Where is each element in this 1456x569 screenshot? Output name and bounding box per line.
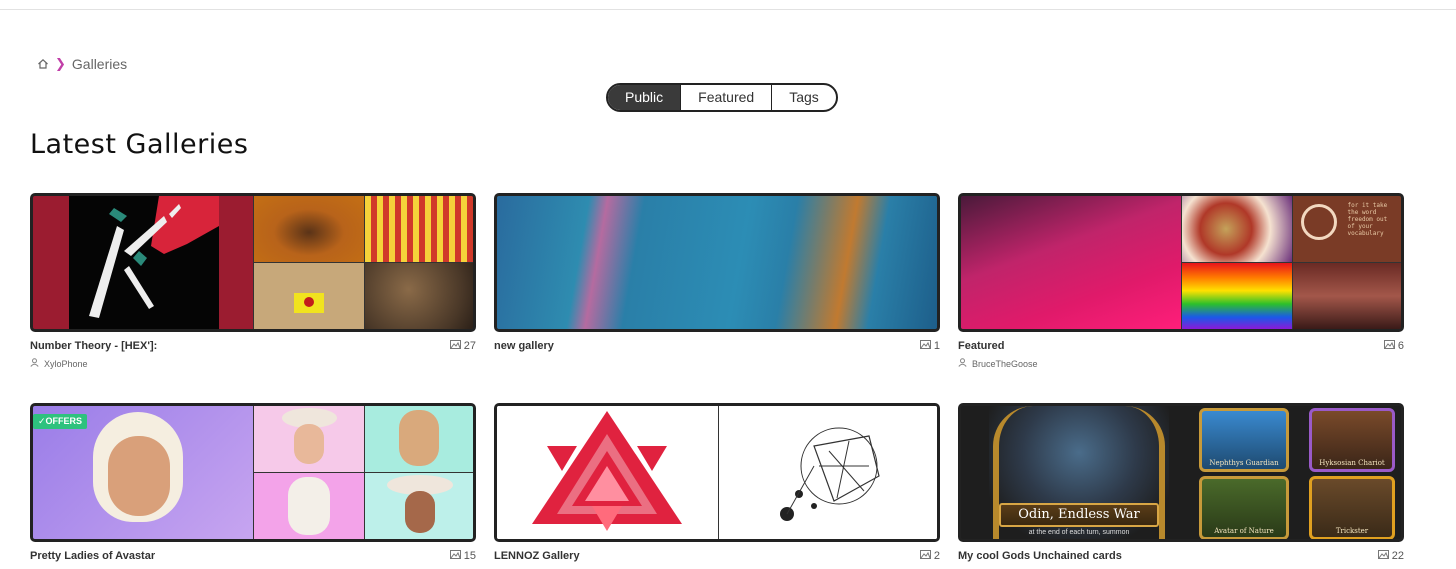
tab-featured[interactable]: Featured [680, 85, 771, 110]
thumb-image: Trickster [1309, 476, 1395, 539]
thumb-grid: for it take the word freedom out of your… [1182, 196, 1401, 329]
gallery-title[interactable]: LENNOZ Gallery [494, 550, 580, 562]
user-icon [30, 358, 39, 369]
offers-badge: ✓OFFERS [33, 414, 88, 429]
gallery-card[interactable]: for it take the word freedom out of your… [958, 193, 1404, 369]
gallery-card[interactable]: Number Theory - [HEX']: 27 XyloPhone [30, 193, 476, 369]
tab-public[interactable]: Public [608, 85, 681, 110]
top-bar [0, 0, 1456, 10]
item-count: 6 [1383, 340, 1404, 352]
item-count: 1 [919, 340, 940, 352]
item-count: 15 [449, 550, 476, 562]
user-icon [958, 358, 967, 369]
page-title: Latest Galleries [30, 129, 249, 160]
thumb-grid [254, 196, 473, 329]
gallery-thumbnail[interactable]: for it take the word freedom out of your… [958, 193, 1404, 332]
breadcrumb-current: Galleries [71, 56, 128, 72]
gallery-title[interactable]: new gallery [494, 340, 554, 352]
thumb-image: Hyksosian Chariot [1309, 408, 1395, 472]
gallery-card[interactable]: LENNOZ Gallery 2 [494, 403, 940, 562]
tab-tags[interactable]: Tags [771, 85, 836, 110]
gallery-thumbnail[interactable]: ✓OFFERS [30, 403, 476, 542]
images-icon [449, 340, 461, 352]
gallery-owner[interactable]: XyloPhone [30, 358, 476, 369]
images-icon [449, 550, 461, 562]
thumb-image: Odin, Endless War at the end of each tur… [989, 406, 1169, 539]
images-icon [1383, 340, 1395, 352]
thumb-image [497, 196, 937, 329]
thumb-image [961, 196, 1181, 329]
gallery-title[interactable]: Featured [958, 340, 1004, 352]
gallery-thumbnail[interactable] [30, 193, 476, 332]
thumb-grid [254, 406, 473, 539]
gallery-card[interactable]: new gallery 1 [494, 193, 940, 352]
chevron-right-icon: ❯ [55, 56, 66, 71]
item-count: 22 [1377, 550, 1404, 562]
gallery-owner[interactable]: BruceTheGoose [958, 358, 1404, 369]
thumb-image: Nephthys Guardian [1199, 408, 1289, 472]
thumb-image [33, 196, 253, 329]
item-count: 2 [919, 550, 940, 562]
images-icon [919, 340, 931, 352]
thumb-image [497, 406, 717, 539]
gallery-title[interactable]: Number Theory - [HEX']: [30, 340, 157, 352]
thumb-image [719, 406, 937, 539]
gallery-card[interactable]: ✓OFFERS Pretty Ladies of Avastar 15 [30, 403, 476, 562]
thumb-image: Avatar of Nature [1199, 476, 1289, 539]
gallery-thumbnail[interactable]: Odin, Endless War at the end of each tur… [958, 403, 1404, 542]
item-count: 27 [449, 340, 476, 352]
breadcrumb: ❯ Galleries [37, 56, 127, 72]
gallery-filter-tabs: Public Featured Tags [606, 83, 838, 112]
home-icon[interactable] [37, 58, 49, 70]
gallery-title[interactable]: Pretty Ladies of Avastar [30, 550, 155, 562]
gallery-title[interactable]: My cool Gods Unchained cards [958, 550, 1122, 562]
gallery-thumbnail[interactable] [494, 193, 940, 332]
images-icon [919, 550, 931, 562]
gallery-card[interactable]: Odin, Endless War at the end of each tur… [958, 403, 1404, 562]
images-icon [1377, 550, 1389, 562]
gallery-thumbnail[interactable] [494, 403, 940, 542]
